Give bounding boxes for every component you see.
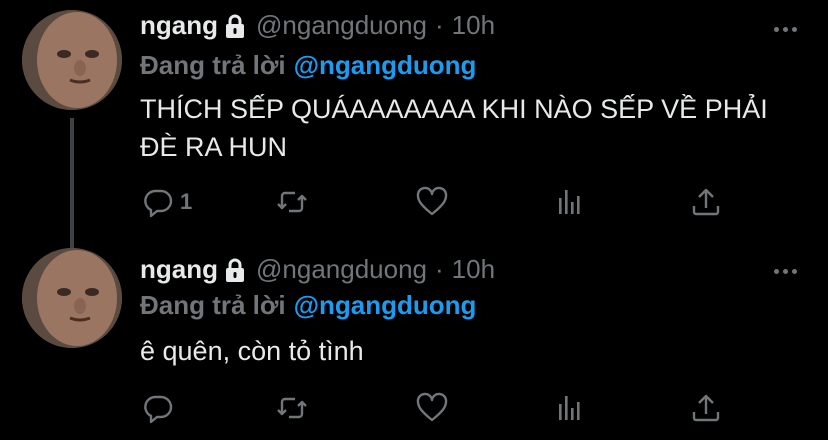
avatar[interactable] (22, 10, 122, 110)
share-button[interactable] (690, 182, 722, 222)
action-bar (140, 388, 740, 428)
display-name[interactable]: ngang (140, 254, 218, 285)
like-icon (416, 186, 448, 216)
replying-to-label: Đang trả lời (140, 50, 286, 80)
timestamp[interactable]: 10h (452, 10, 495, 41)
separator-dot: · (435, 254, 444, 284)
reply-icon (144, 395, 173, 424)
share-button[interactable] (690, 388, 722, 428)
tweet-text: ê quên, còn tỏ tình (140, 336, 364, 366)
avatar-photo (22, 10, 122, 110)
retweet-button[interactable] (276, 388, 308, 428)
mention-link[interactable]: @ngangduong (294, 50, 477, 80)
share-icon (692, 188, 720, 216)
reply-count: 1 (180, 189, 193, 214)
replying-to-label: Đang trả lời (140, 290, 286, 320)
reply-button[interactable]: 1 (142, 182, 192, 222)
stats-icon (559, 190, 580, 214)
replying-to: Đang trả lời @ngangduong (140, 290, 476, 321)
like-button[interactable] (416, 182, 448, 222)
separator-dot: · (435, 10, 444, 40)
reply-button[interactable] (142, 388, 180, 428)
share-icon (692, 394, 720, 422)
avatar[interactable] (22, 248, 122, 348)
tweet-header: ngang @ngangduong · 10h (140, 254, 495, 285)
thread-line (70, 118, 74, 250)
retweet-button[interactable] (276, 182, 308, 222)
handle[interactable]: @ngangduong (256, 10, 427, 41)
timestamp[interactable]: 10h (452, 254, 495, 285)
tweet[interactable]: ngang @ngangduong · 10h Đang trả lời @nga… (0, 240, 828, 440)
reply-icon (144, 189, 173, 218)
tweet-header: ngang @ngangduong · 10h (140, 10, 495, 41)
tweet-text: THÍCH SẾP QUÁAAAAAAA KHI NÀO SẾP VỀ PHẢI… (140, 94, 768, 162)
lock-icon (224, 13, 246, 39)
mention-link[interactable]: @ngangduong (294, 290, 477, 320)
more-icon[interactable] (770, 256, 800, 286)
lock-icon (224, 257, 246, 283)
like-icon (416, 392, 448, 422)
tweet[interactable]: ngang @ngangduong · 10h Đang trả lời @nga… (0, 0, 828, 250)
replying-to: Đang trả lời @ngangduong (140, 50, 476, 81)
action-bar: 1 (140, 182, 740, 222)
retweet-icon (277, 397, 307, 419)
handle[interactable]: @ngangduong (256, 254, 427, 285)
avatar-photo (22, 248, 122, 348)
analytics-button[interactable] (554, 388, 586, 428)
retweet-icon (277, 191, 307, 213)
more-icon[interactable] (770, 14, 800, 44)
like-button[interactable] (416, 388, 448, 428)
display-name[interactable]: ngang (140, 10, 218, 41)
analytics-button[interactable] (554, 182, 586, 222)
stats-icon (559, 396, 580, 420)
